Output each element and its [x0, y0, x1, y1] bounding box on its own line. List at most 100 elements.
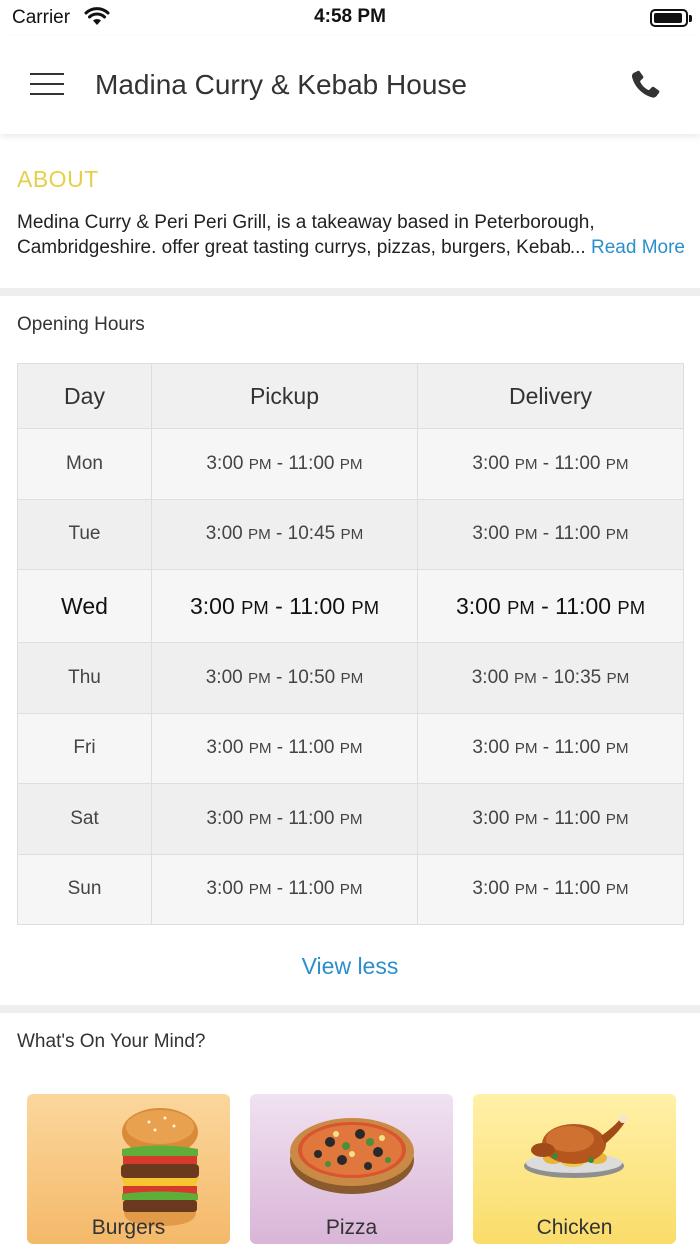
- delivery-hours-cell: 3:00 PM - 10:35 PM: [417, 642, 684, 714]
- view-less-link[interactable]: View less: [0, 953, 700, 980]
- meridiem: PM: [351, 596, 380, 618]
- delivery-hours-cell: 3:00 PM - 11:00 PM: [417, 853, 684, 925]
- meridiem: PM: [514, 455, 538, 473]
- day-cell: Thu: [17, 642, 152, 714]
- pickup-hours-cell: 3:00 PM - 10:45 PM: [151, 498, 418, 570]
- category-card-burgers[interactable]: Burgers: [27, 1094, 230, 1244]
- separator: -: [542, 523, 550, 545]
- meridiem: PM: [339, 740, 363, 758]
- table-row: Sat 3:00 PM - 11:00 PM 3:00 PM - 11:00 PM: [17, 783, 684, 855]
- open-time: 3:00: [455, 592, 501, 619]
- separator: -: [276, 807, 284, 829]
- separator: -: [276, 523, 283, 545]
- meridiem: PM: [339, 455, 363, 473]
- opening-hours-rows: Mon 3:00 PM - 11:00 PM 3:00 PM - 11:00 PM T…: [17, 428, 684, 925]
- about-description: Medina Curry & Peri Peri Grill, is a tak…: [17, 210, 685, 260]
- open-time: 3:00: [206, 452, 244, 474]
- open-time: 3:00: [189, 592, 235, 619]
- day-cell: Fri: [17, 712, 152, 784]
- section-divider: [0, 288, 700, 296]
- separator: -: [542, 452, 550, 474]
- meridiem: PM: [605, 810, 629, 828]
- delivery-hours-cell: 3:00 PM - 11:00 PM: [417, 498, 684, 570]
- pickup-hours-cell: 3:00 PM - 11:00 PM: [151, 712, 418, 784]
- meridiem: PM: [605, 740, 629, 758]
- phone-icon[interactable]: [628, 68, 662, 102]
- table-row: Fri 3:00 PM - 11:00 PM 3:00 PM - 11:00 PM: [17, 712, 684, 784]
- delivery-hours-cell: 3:00 PM - 11:00 PM: [417, 428, 684, 500]
- close-time: 10:35: [553, 666, 602, 688]
- meridiem: PM: [605, 455, 629, 473]
- open-time: 3:00: [206, 878, 244, 900]
- close-time: 11:00: [554, 523, 601, 545]
- table-row: Tue 3:00 PM - 10:45 PM 3:00 PM - 11:00 PM: [17, 498, 684, 570]
- meridiem: PM: [513, 669, 537, 687]
- delivery-hours-cell: 3:00 PM - 11:00 PM: [417, 712, 684, 784]
- meridiem: PM: [241, 596, 269, 618]
- meridiem: PM: [248, 740, 272, 758]
- table-row: Sun 3:00 PM - 11:00 PM 3:00 PM - 11:00 PM: [17, 853, 684, 925]
- separator: -: [542, 666, 549, 688]
- meridiem: PM: [248, 810, 272, 828]
- meridiem: PM: [248, 455, 272, 473]
- status-bar: Carrier 4:58 PM: [0, 0, 700, 36]
- pickup-hours-cell: 3:00 PM - 10:50 PM: [151, 642, 418, 714]
- separator: -: [542, 807, 550, 829]
- separator: -: [276, 666, 283, 688]
- meridiem: PM: [507, 596, 535, 618]
- close-time: 11:00: [289, 592, 346, 619]
- meridiem: PM: [340, 669, 364, 687]
- close-time: 11:00: [288, 452, 335, 474]
- battery-icon: [650, 9, 692, 27]
- category-card-chicken[interactable]: Chicken: [473, 1094, 676, 1244]
- column-header-pickup: Pickup: [151, 363, 418, 429]
- category-card-pizza[interactable]: Pizza: [250, 1094, 453, 1244]
- hamburger-menu-icon[interactable]: [30, 72, 64, 96]
- day-cell: Sat: [17, 783, 152, 855]
- table-row: Wed 3:00 PM - 11:00 PM 3:00 PM - 11:00 PM: [17, 569, 684, 643]
- close-time: 11:00: [554, 878, 601, 900]
- open-time: 3:00: [472, 452, 510, 474]
- close-time: 11:00: [554, 737, 601, 759]
- meridiem: PM: [606, 669, 630, 687]
- close-time: 10:45: [287, 523, 336, 545]
- clock: 4:58 PM: [314, 6, 386, 27]
- meridiem: PM: [514, 740, 538, 758]
- separator: -: [276, 737, 284, 759]
- restaurant-title: Madina Curry & Kebab House: [95, 69, 467, 100]
- meridiem: PM: [339, 881, 363, 899]
- day-cell: Wed: [17, 569, 152, 643]
- pickup-hours-cell: 3:00 PM - 11:00 PM: [151, 783, 418, 855]
- day-cell: Sun: [17, 853, 152, 925]
- open-time: 3:00: [206, 807, 244, 829]
- close-time: 11:00: [288, 807, 335, 829]
- pickup-hours-cell: 3:00 PM - 11:00 PM: [151, 569, 418, 643]
- separator: -: [541, 592, 549, 619]
- whats-on-your-mind-heading: What's On Your Mind?: [17, 1031, 206, 1052]
- read-more-link[interactable]: Read More: [591, 235, 685, 260]
- opening-hours-table: Day Pickup Delivery Mon 3:00 PM - 11:00 P…: [17, 363, 684, 925]
- meridiem: PM: [247, 526, 271, 544]
- open-time: 3:00: [472, 523, 510, 545]
- close-time: 10:50: [287, 666, 336, 688]
- top-navbar: Madina Curry & Kebab House: [0, 36, 700, 134]
- meridiem: PM: [514, 526, 538, 544]
- close-time: 11:00: [288, 878, 335, 900]
- pickup-hours-cell: 3:00 PM - 11:00 PM: [151, 853, 418, 925]
- category-label-pizza: Pizza: [325, 1216, 378, 1239]
- day-cell: Tue: [17, 498, 152, 570]
- opening-hours-heading: Opening Hours: [17, 314, 145, 335]
- close-time: 11:00: [554, 807, 601, 829]
- table-header-row: Day Pickup Delivery: [17, 363, 684, 429]
- meridiem: PM: [514, 881, 538, 899]
- about-line-2-text: Cambridgeshire. offer great tasting curr…: [17, 237, 570, 258]
- column-header-delivery: Delivery: [417, 363, 684, 429]
- about-heading: ABOUT: [17, 166, 99, 192]
- close-time: 11:00: [554, 452, 601, 474]
- pickup-hours-cell: 3:00 PM - 11:00 PM: [151, 428, 418, 500]
- table-row: Thu 3:00 PM - 10:50 PM 3:00 PM - 10:35 PM: [17, 642, 684, 714]
- meridiem: PM: [248, 881, 272, 899]
- open-time: 3:00: [205, 666, 243, 688]
- separator: -: [542, 878, 550, 900]
- about-ellipsis: ...: [569, 237, 586, 258]
